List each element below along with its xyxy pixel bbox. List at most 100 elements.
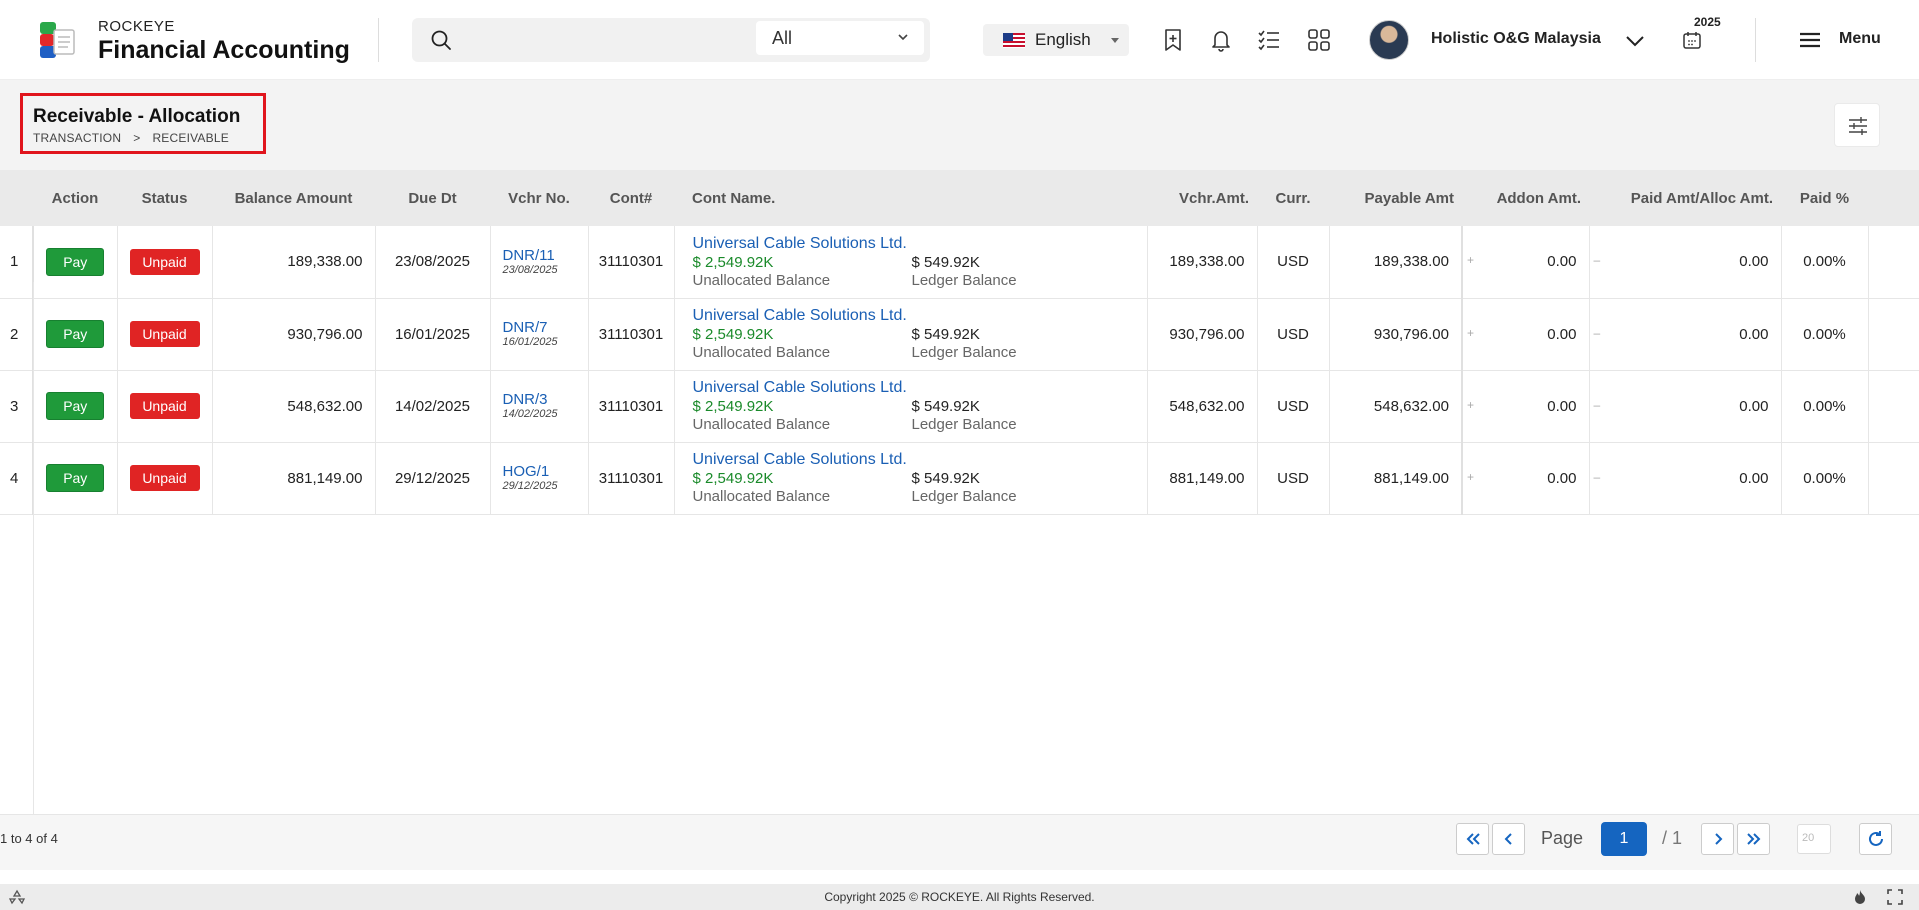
first-page-button[interactable] — [1456, 823, 1489, 855]
addon-amount-cell[interactable]: +0.00 — [1462, 226, 1590, 298]
search-icon[interactable] — [430, 29, 452, 51]
filler-cell — [1868, 370, 1919, 442]
voucher-cell: DNR/3 14/02/2025 — [490, 370, 589, 442]
next-page-button[interactable] — [1701, 823, 1734, 855]
paid-alloc-amount-cell[interactable]: – 0.00 — [1589, 298, 1782, 370]
status-badge[interactable]: Unpaid — [129, 321, 200, 347]
row-index: 1 — [0, 226, 34, 298]
due-date: 16/01/2025 — [375, 298, 491, 370]
unallocated-balance-label: Unallocated Balance — [692, 271, 831, 289]
pay-button[interactable]: Pay — [46, 247, 105, 276]
column-header-action[interactable]: Action — [33, 170, 117, 226]
column-header-currency[interactable]: Curr. — [1257, 170, 1329, 226]
minus-sign: – — [1593, 253, 1601, 268]
recycle-icon[interactable] — [9, 889, 25, 905]
status-cell: Unpaid — [117, 298, 213, 370]
calendar-icon[interactable] — [1682, 30, 1702, 50]
addon-amount: 0.00 — [1547, 253, 1577, 271]
chevron-down-icon[interactable] — [1624, 30, 1646, 52]
column-divider — [33, 282, 34, 814]
double-chevron-left-icon — [1466, 833, 1480, 845]
last-page-button[interactable] — [1737, 823, 1770, 855]
contact-name-link[interactable]: Universal Cable Solutions Ltd. — [693, 306, 1147, 326]
page-title-box: Receivable - Allocation TRANSACTION > RECE… — [20, 93, 266, 154]
column-header-payable-amount[interactable]: Payable Amt — [1329, 170, 1462, 226]
bookmark-add-icon[interactable] — [1160, 27, 1186, 53]
caret-down-icon — [1111, 38, 1119, 43]
voucher-link[interactable]: HOG/1 — [503, 463, 588, 480]
row-index: 2 — [0, 298, 34, 370]
paid-alloc-amount-cell[interactable]: – 0.00 — [1589, 370, 1782, 442]
due-date: 23/08/2025 — [375, 226, 491, 298]
column-header-voucher-no[interactable]: Vchr No. — [490, 170, 588, 226]
column-header-addon-amount[interactable]: Addon Amt. — [1462, 170, 1589, 226]
status-badge[interactable]: Unpaid — [129, 393, 200, 419]
payable-amount: 189,338.00 — [1329, 226, 1463, 298]
company-name[interactable]: Holistic O&G Malaysia — [1431, 30, 1601, 48]
contact-number: 31110301 — [588, 298, 675, 370]
current-page-input[interactable]: 1 — [1601, 822, 1647, 856]
voucher-date: 16/01/2025 — [502, 336, 558, 348]
page-size-value: 20 — [1802, 832, 1815, 844]
language-select[interactable]: English — [983, 24, 1129, 56]
search-scope-select[interactable]: All — [756, 21, 924, 55]
voucher-link[interactable]: DNR/7 — [503, 319, 588, 336]
status-badge[interactable]: Unpaid — [129, 248, 200, 275]
breadcrumb-transaction[interactable]: TRANSACTION — [33, 131, 121, 145]
previous-page-button[interactable] — [1492, 823, 1525, 855]
voucher-link[interactable]: DNR/3 — [503, 391, 588, 408]
column-header-due-date[interactable]: Due Dt — [375, 170, 490, 226]
contact-name-link[interactable]: Universal Cable Solutions Ltd. — [693, 378, 1147, 398]
bell-icon[interactable] — [1208, 27, 1234, 53]
pay-button[interactable]: Pay — [46, 464, 105, 492]
column-header-paid-percent[interactable]: Paid % — [1781, 170, 1868, 226]
addon-amount-cell[interactable]: +0.00 — [1462, 298, 1590, 370]
checklist-icon[interactable] — [1256, 27, 1282, 53]
paid-alloc-amount-cell[interactable]: – 0.00 — [1589, 442, 1782, 514]
filter-settings-button[interactable] — [1834, 103, 1880, 147]
search-input[interactable] — [464, 26, 764, 54]
rockeye-logo-icon[interactable] — [38, 20, 78, 60]
hamburger-menu-icon[interactable] — [1798, 30, 1822, 50]
addon-amount-cell[interactable]: +0.00 — [1462, 370, 1590, 442]
page-size-select[interactable]: 20 — [1797, 824, 1831, 854]
column-header-paid-alloc-amount[interactable]: Paid Amt/Alloc Amt. — [1589, 170, 1781, 226]
action-cell: Pay — [33, 442, 118, 514]
refresh-button[interactable] — [1859, 823, 1892, 855]
receivable-table-container: Action Status Balance Amount Due Dt Vchr… — [0, 170, 1919, 814]
apps-grid-icon[interactable] — [1306, 27, 1332, 53]
unallocated-balance-label: Unallocated Balance — [692, 488, 831, 505]
column-header-contact-name[interactable]: Cont Name. — [674, 170, 1147, 226]
currency: USD — [1257, 442, 1330, 514]
unallocated-balance: $ 2,549.92K Unallocated Balance — [693, 254, 912, 290]
paid-alloc-amount-cell[interactable]: – 0.00 — [1589, 226, 1782, 298]
user-avatar[interactable] — [1369, 20, 1409, 60]
breadcrumb-receivable[interactable]: RECEIVABLE — [152, 131, 228, 145]
voucher-date: 23/08/2025 — [502, 263, 558, 276]
chevron-left-icon — [1504, 833, 1512, 845]
voucher-link[interactable]: DNR/11 — [503, 247, 588, 264]
addon-amount-cell[interactable]: +0.00 — [1462, 442, 1590, 514]
column-header-status[interactable]: Status — [117, 170, 212, 226]
unallocated-balance-label: Unallocated Balance — [692, 416, 831, 433]
column-header-voucher-amount[interactable]: Vchr.Amt. — [1147, 170, 1257, 226]
paid-alloc-amount: 0.00 — [1739, 325, 1769, 343]
fullscreen-icon[interactable] — [1887, 889, 1903, 905]
menu-button[interactable]: Menu — [1839, 30, 1881, 48]
brand-module: Financial Accounting — [98, 36, 350, 64]
unallocated-balance-amount: $ 2,549.92K — [692, 398, 774, 415]
column-header-contact-no[interactable]: Cont# — [588, 170, 674, 226]
refresh-icon — [1868, 831, 1883, 846]
flame-icon[interactable] — [1852, 889, 1868, 905]
status-cell: Unpaid — [117, 442, 213, 514]
contact-name-link[interactable]: Universal Cable Solutions Ltd. — [693, 450, 1147, 470]
status-badge[interactable]: Unpaid — [129, 465, 200, 491]
pay-button[interactable]: Pay — [46, 320, 105, 348]
pay-button[interactable]: Pay — [46, 392, 105, 420]
contact-number: 31110301 — [588, 370, 675, 442]
table-body: 1 Pay Unpaid 189,338.00 23/08/2025 DNR/1… — [0, 226, 1919, 514]
contact-name-link[interactable]: Universal Cable Solutions Ltd. — [693, 234, 1147, 254]
brand: ROCKEYE Financial Accounting — [98, 18, 350, 64]
column-header-balance-amount[interactable]: Balance Amount — [212, 170, 375, 226]
balance-amount: 548,632.00 — [212, 370, 376, 442]
